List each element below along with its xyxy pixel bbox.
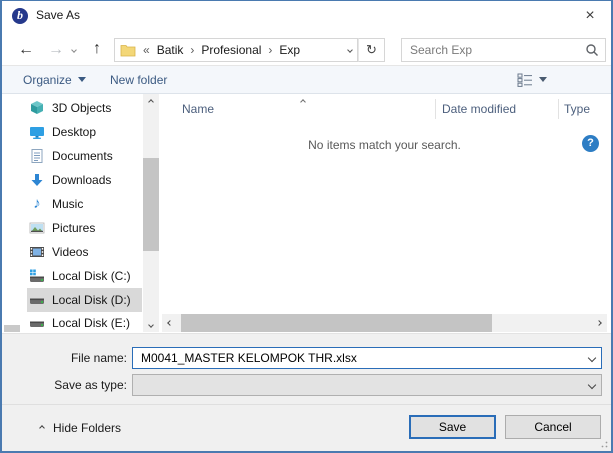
3d-cube-icon: [29, 100, 45, 116]
breadcrumb-item-exp[interactable]: Exp: [279, 43, 300, 57]
video-icon: [29, 244, 45, 260]
sidebar-item-3d-objects[interactable]: 3D Objects: [27, 96, 142, 120]
sidebar-item-videos[interactable]: Videos: [27, 240, 142, 264]
disk-c-icon: [29, 268, 45, 284]
column-divider[interactable]: [558, 99, 559, 119]
sidebar-item-label: Videos: [52, 245, 88, 259]
document-icon: [29, 148, 45, 164]
cancel-button[interactable]: Cancel: [505, 415, 601, 439]
sidebar-item-label: 3D Objects: [52, 101, 111, 115]
up-button[interactable]: ↑: [86, 39, 108, 59]
sidebar-item-label: Desktop: [52, 125, 96, 139]
search-box: [401, 38, 606, 62]
file-fields-panel: File name: Save as type:: [2, 333, 611, 404]
sidebar-hscroll-thumb[interactable]: [4, 325, 20, 332]
file-name-dropdown-icon[interactable]: [589, 355, 595, 361]
sidebar-item-local-disk-e[interactable]: Local Disk (E:): [27, 311, 142, 335]
sidebar-item-label: Local Disk (D:): [52, 293, 131, 307]
scrollbar-thumb[interactable]: [143, 158, 159, 251]
refresh-button[interactable]: ↻: [358, 38, 385, 62]
app-logo-icon: b: [12, 8, 28, 24]
download-arrow-icon: [29, 172, 45, 188]
recent-locations-chevron-icon[interactable]: [71, 47, 77, 53]
sidebar-item-label: Local Disk (E:): [52, 316, 130, 330]
chevron-up-icon: [39, 425, 45, 431]
breadcrumb-separator: ›: [188, 43, 196, 57]
disk-icon: [29, 315, 45, 331]
save-as-type-dropdown-icon[interactable]: [589, 382, 595, 388]
file-name-combo: [132, 347, 602, 369]
close-button[interactable]: ×: [569, 1, 611, 30]
sidebar-item-documents[interactable]: Documents: [27, 144, 142, 168]
organize-label: Organize: [23, 73, 72, 87]
desktop-icon: [29, 124, 45, 140]
save-as-dialog: b Save As × ← → ↑ « Batik › Profesional …: [0, 0, 613, 453]
folder-icon: [120, 43, 136, 57]
breadcrumb-item-profesional[interactable]: Profesional: [201, 43, 261, 57]
column-divider[interactable]: [435, 99, 436, 119]
save-button[interactable]: Save: [409, 415, 496, 439]
sidebar-item-label: Documents: [52, 149, 113, 163]
view-dropdown-icon: [539, 77, 547, 82]
organize-dropdown-icon: [78, 77, 86, 82]
sidebar-item-desktop[interactable]: Desktop: [27, 120, 142, 144]
column-header-name[interactable]: Name: [182, 94, 214, 124]
dialog-title: Save As: [36, 1, 80, 30]
view-mode-button[interactable]: [513, 66, 551, 93]
column-header-date-modified[interactable]: Date modified: [442, 94, 516, 124]
breadcrumb-separator: ›: [266, 43, 274, 57]
scroll-up-icon[interactable]: [143, 94, 159, 109]
organize-button[interactable]: Organize: [19, 66, 90, 93]
scrollbar-thumb[interactable]: [181, 314, 492, 332]
new-folder-button[interactable]: New folder: [106, 66, 171, 93]
picture-icon: [29, 220, 45, 236]
search-icon[interactable]: [585, 43, 599, 57]
title-bar: b Save As ×: [2, 1, 611, 31]
details-view-icon: [517, 73, 533, 87]
scroll-right-icon[interactable]: [591, 314, 607, 332]
scroll-down-icon[interactable]: [143, 317, 159, 332]
address-dropdown-chevron-icon[interactable]: [348, 48, 352, 52]
resize-grip[interactable]: [599, 439, 608, 448]
sort-ascending-icon: [300, 99, 306, 105]
disk-icon: [29, 292, 45, 308]
sidebar-item-label: Pictures: [52, 221, 95, 235]
sidebar-item-pictures[interactable]: Pictures: [27, 216, 142, 240]
search-input[interactable]: [408, 42, 585, 58]
filelist-hscrollbar[interactable]: [162, 314, 607, 332]
sidebar-item-downloads[interactable]: Downloads: [27, 168, 142, 192]
music-note-icon: ♪: [29, 196, 45, 212]
sidebar-item-label: Local Disk (C:): [52, 269, 131, 283]
sidebar-item-music[interactable]: ♪ Music: [27, 192, 142, 216]
save-as-type-combo[interactable]: [132, 374, 602, 396]
file-name-label: File name:: [2, 347, 127, 369]
column-header-type[interactable]: Type: [564, 94, 590, 124]
address-bar[interactable]: « Batik › Profesional › Exp: [114, 38, 358, 62]
command-bar: Organize New folder ?: [2, 65, 611, 94]
file-name-input[interactable]: [139, 350, 589, 366]
sidebar-item-local-disk-c[interactable]: Local Disk (C:): [27, 264, 142, 288]
scroll-left-icon[interactable]: [162, 314, 178, 332]
hide-folders-label: Hide Folders: [53, 421, 121, 435]
sidebar-item-label: Downloads: [52, 173, 111, 187]
empty-list-message: No items match your search.: [162, 138, 607, 152]
sidebar-scrollbar[interactable]: [143, 94, 159, 332]
back-button[interactable]: ←: [14, 40, 38, 60]
hide-folders-button[interactable]: Hide Folders: [40, 418, 121, 438]
dialog-footer: Hide Folders Save Cancel: [2, 404, 611, 451]
breadcrumb-overflow[interactable]: «: [141, 43, 152, 57]
forward-button[interactable]: →: [44, 40, 68, 60]
new-folder-label: New folder: [110, 73, 167, 87]
breadcrumb-item-batik[interactable]: Batik: [157, 43, 184, 57]
save-as-type-label: Save as type:: [2, 374, 127, 396]
sidebar-item-label: Music: [52, 197, 83, 211]
sidebar-item-local-disk-d[interactable]: Local Disk (D:): [27, 288, 142, 312]
